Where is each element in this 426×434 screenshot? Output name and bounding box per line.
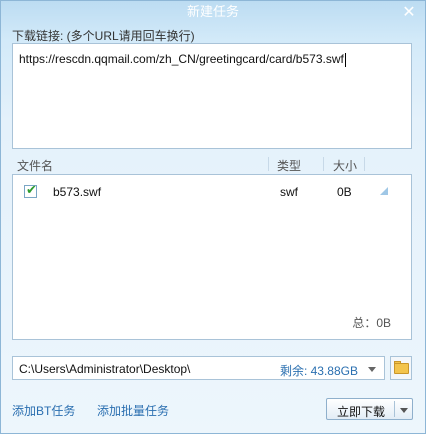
window-title: 新建任务 <box>186 4 239 19</box>
column-divider[interactable] <box>323 157 324 171</box>
file-type: swf <box>280 185 298 199</box>
button-divider <box>394 401 395 417</box>
text-caret <box>344 52 346 67</box>
file-size: 0B <box>337 185 352 199</box>
title-bar[interactable]: 新建任务 ✕ <box>1 1 425 23</box>
url-input[interactable]: https://rescdn.qqmail.com/zh_CN/greeting… <box>12 43 412 149</box>
column-divider[interactable] <box>364 157 365 171</box>
add-batch-task-link[interactable]: 添加批量任务 <box>97 402 169 419</box>
chevron-down-icon[interactable] <box>368 367 376 372</box>
browse-folder-button[interactable] <box>390 356 412 380</box>
save-path-value: C:\Users\Administrator\Desktop\ <box>19 362 191 376</box>
resize-corner-icon <box>380 187 388 195</box>
file-list-header: 文件名 类型 大小 <box>12 155 412 173</box>
file-checkbox[interactable]: ✔ <box>24 183 37 198</box>
file-list: ✔ b573.swf swf 0B 总：0B <box>12 174 412 340</box>
url-input-text: https://rescdn.qqmail.com/zh_CN/greeting… <box>19 52 344 66</box>
folder-icon <box>394 363 409 374</box>
save-path-select[interactable]: C:\Users\Administrator\Desktop\ 剩余: 43.8… <box>12 356 385 380</box>
checkmark-icon: ✔ <box>26 183 37 198</box>
column-header-size[interactable]: 大小 <box>333 157 357 174</box>
file-name: b573.swf <box>53 185 102 199</box>
close-icon[interactable]: ✕ <box>401 4 417 20</box>
free-space-label: 剩余: 43.88GB <box>279 364 358 378</box>
column-header-name[interactable]: 文件名 <box>17 157 53 174</box>
download-now-label: 立即下载 <box>337 405 386 419</box>
file-row[interactable]: ✔ b573.swf swf 0B <box>13 181 411 201</box>
url-label: 下载链接: (多个URL请用回车换行) <box>12 29 195 43</box>
total-size: 总：0B <box>352 316 391 330</box>
column-header-type[interactable]: 类型 <box>277 157 301 174</box>
new-task-dialog: 新建任务 ✕ 下载链接: (多个URL请用回车换行) https://rescd… <box>0 0 426 434</box>
column-divider[interactable] <box>268 157 269 171</box>
chevron-down-icon[interactable] <box>400 408 408 413</box>
add-bt-task-link[interactable]: 添加BT任务 <box>12 402 75 419</box>
download-now-button[interactable]: 立即下载 <box>326 398 413 420</box>
